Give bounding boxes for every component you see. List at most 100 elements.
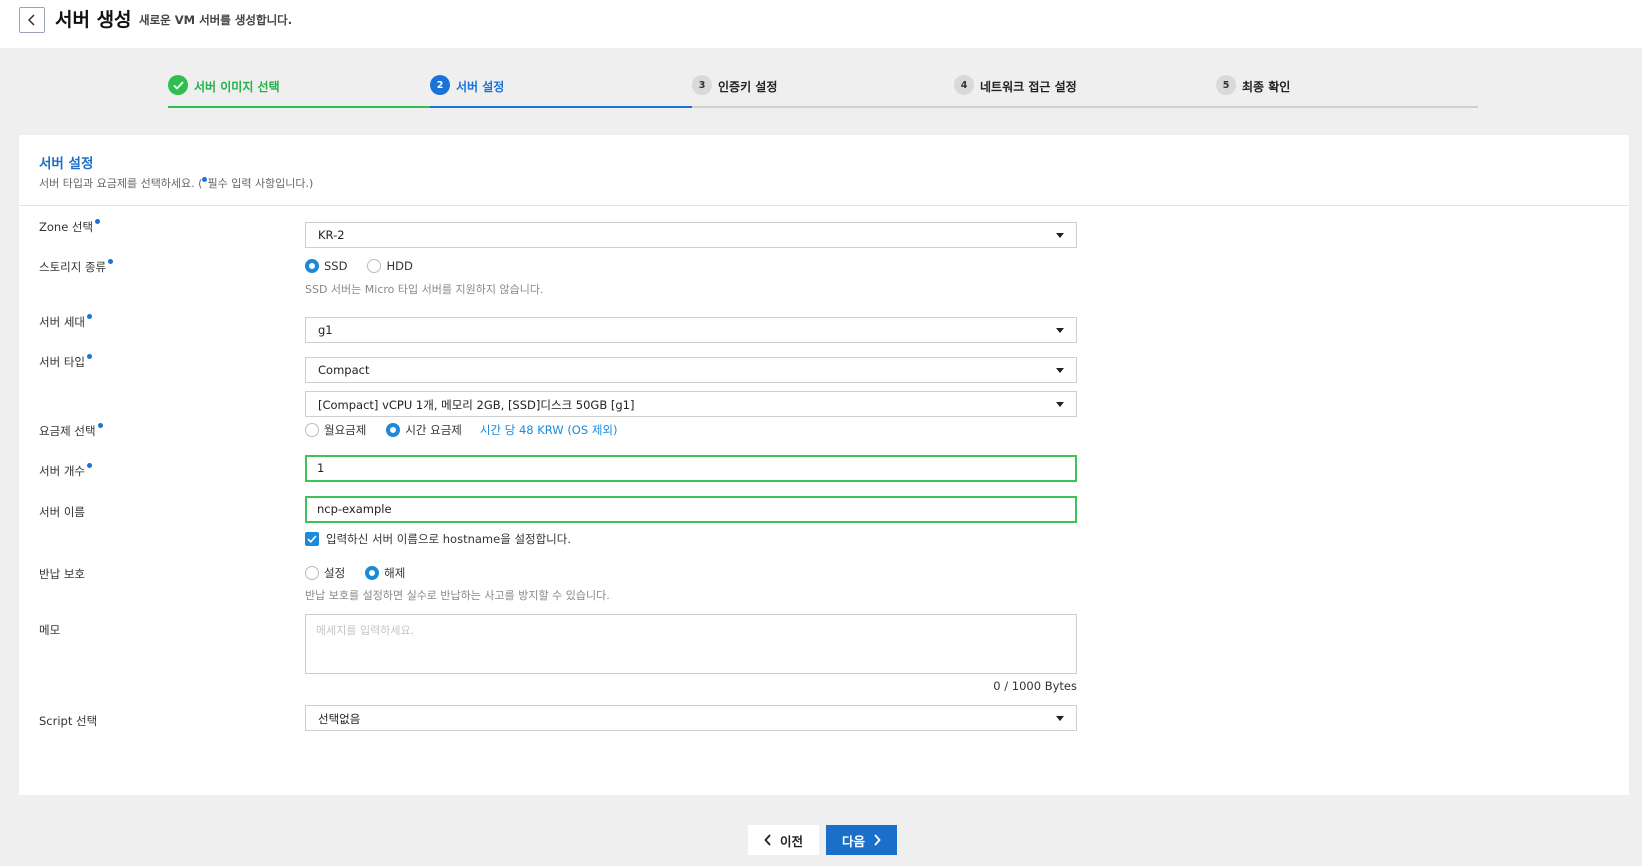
checkbox-checked-icon[interactable] <box>305 532 319 546</box>
step-network-access[interactable]: 4 네트워크 접근 설정 <box>954 74 1216 108</box>
radio-selected-icon <box>386 423 401 437</box>
storage-label: 스토리지 종류 <box>39 259 114 275</box>
server-type-select[interactable]: Compact <box>305 357 1077 383</box>
chevron-right-icon <box>874 834 881 846</box>
step-server-image[interactable]: 서버 이미지 선택 <box>168 74 430 108</box>
check-icon <box>168 75 188 95</box>
caret-down-icon <box>1056 368 1064 373</box>
radio-selected-icon <box>305 259 319 273</box>
return-protection-label-text: 반납 보호 <box>39 567 85 581</box>
generation-select[interactable]: g1 <box>305 317 1077 343</box>
return-protection-radio-group: 설정 해제 <box>305 565 425 581</box>
server-spec-select-value: [Compact] vCPU 1개, 메모리 2GB, [SSD]디스크 50G… <box>318 398 635 412</box>
memo-byte-counter: 0 / 1000 Bytes <box>993 679 1077 693</box>
server-settings-card: 서버 설정 서버 타입과 요금제를 선택하세요. (필수 입력 사항입니다.) … <box>19 135 1629 795</box>
step-label: 최종 확인 <box>1242 80 1291 94</box>
page-subtitle: 새로운 VM 서버를 생성합니다. <box>139 13 293 27</box>
script-label: Script 선택 <box>39 713 97 729</box>
step-number: 4 <box>954 75 974 95</box>
required-dot-icon <box>86 463 92 468</box>
server-type-select-value: Compact <box>318 363 370 377</box>
divider <box>19 205 1629 206</box>
back-button[interactable] <box>19 7 45 33</box>
memo-textarea[interactable]: 메세지를 입력하세요. <box>305 614 1077 674</box>
footer-buttons: 이전 다음 <box>748 825 897 855</box>
card-description: 서버 타입과 요금제를 선택하세요. ( 필수 입력 사항입니다.) <box>39 175 313 191</box>
return-protection-radio-off[interactable]: 해제 <box>365 565 405 581</box>
zone-select[interactable]: KR-2 <box>305 222 1077 248</box>
hostname-checkbox-label: 입력하신 서버 이름으로 hostname을 설정합니다. <box>326 532 571 546</box>
script-label-text: Script 선택 <box>39 714 98 728</box>
pricing-radio-monthly[interactable]: 월요금제 <box>305 422 366 438</box>
prev-button-label: 이전 <box>779 833 803 849</box>
step-number: 5 <box>1216 75 1236 95</box>
card-desc-suffix: 필수 입력 사항입니다.) <box>207 177 314 190</box>
caret-down-icon <box>1056 716 1064 721</box>
pricing-radio-hourly[interactable]: 시간 요금제 <box>386 422 462 438</box>
storage-radio-hdd[interactable]: HDD <box>367 259 413 273</box>
step-final-review[interactable]: 5 최종 확인 <box>1216 74 1478 108</box>
radio-label: 월요금제 <box>324 423 367 437</box>
radio-empty-icon <box>305 423 319 437</box>
required-dot-icon <box>86 314 92 319</box>
required-dot-icon <box>95 219 101 224</box>
card-title: 서버 설정 <box>39 156 94 172</box>
hostname-checkbox-row[interactable]: 입력하신 서버 이름으로 hostname을 설정합니다. <box>305 531 571 547</box>
radio-label: SSD <box>324 259 348 273</box>
count-label-text: 서버 개수 <box>39 464 85 478</box>
server-spec-select[interactable]: [Compact] vCPU 1개, 메모리 2GB, [SSD]디스크 50G… <box>305 391 1077 417</box>
pricing-label-text: 요금제 선택 <box>39 424 96 438</box>
caret-down-icon <box>1056 402 1064 407</box>
storage-radio-ssd[interactable]: SSD <box>305 259 347 273</box>
server-type-label: 서버 타입 <box>39 354 92 370</box>
name-label-text: 서버 이름 <box>39 505 85 519</box>
memo-label-text: 메모 <box>39 623 61 637</box>
step-label: 서버 이미지 선택 <box>194 80 280 94</box>
generation-label-text: 서버 세대 <box>39 315 85 329</box>
memo-label: 메모 <box>39 622 60 638</box>
chevron-left-icon <box>27 14 35 26</box>
radio-label: 해제 <box>384 566 406 580</box>
pricing-label: 요금제 선택 <box>39 423 103 439</box>
page-title: 서버 생성 <box>55 9 132 31</box>
radio-label: 설정 <box>324 566 346 580</box>
radio-label: 시간 요금제 <box>405 423 462 437</box>
script-select-value: 선택없음 <box>318 712 361 726</box>
step-label: 인증키 설정 <box>718 80 778 94</box>
next-button[interactable]: 다음 <box>826 825 897 855</box>
zone-label-text: Zone 선택 <box>39 220 94 234</box>
caret-down-icon <box>1056 233 1064 238</box>
storage-radio-group: SSD HDD <box>305 259 433 273</box>
zone-label: Zone 선택 <box>39 219 101 235</box>
storage-hint: SSD 서버는 Micro 타입 서버를 지원하지 않습니다. <box>305 283 544 296</box>
step-label: 서버 설정 <box>456 80 505 94</box>
return-protection-radio-on[interactable]: 설정 <box>305 565 345 581</box>
radio-label: HDD <box>386 259 413 273</box>
server-name-input[interactable]: ncp-example <box>305 496 1077 523</box>
chevron-left-icon <box>764 834 771 846</box>
step-label: 네트워크 접근 설정 <box>980 80 1077 94</box>
prev-button[interactable]: 이전 <box>748 825 819 855</box>
pricing-radio-group: 월요금제 시간 요금제 시간 당 48 KRW (OS 제외) <box>305 422 617 438</box>
card-desc-prefix: 서버 타입과 요금제를 선택하세요. ( <box>39 177 203 190</box>
required-dot-icon <box>108 259 114 264</box>
step-number: 3 <box>692 75 712 95</box>
step-server-settings[interactable]: 2 서버 설정 <box>430 74 692 108</box>
storage-label-text: 스토리지 종류 <box>39 260 107 274</box>
required-dot-icon <box>97 423 103 428</box>
step-number: 2 <box>430 75 450 95</box>
generation-label: 서버 세대 <box>39 314 92 330</box>
next-button-label: 다음 <box>841 833 865 849</box>
script-select[interactable]: 선택없음 <box>305 705 1077 731</box>
name-label: 서버 이름 <box>39 504 85 520</box>
top-bar: 서버 생성 새로운 VM 서버를 생성합니다. <box>0 0 1642 48</box>
generation-select-value: g1 <box>318 323 333 337</box>
radio-selected-icon <box>365 566 380 580</box>
radio-empty-icon <box>367 259 382 273</box>
caret-down-icon <box>1056 328 1064 333</box>
return-protection-hint: 반납 보호를 설정하면 실수로 반납하는 사고를 방지할 수 있습니다. <box>305 589 610 602</box>
step-auth-key[interactable]: 3 인증키 설정 <box>692 74 954 108</box>
server-count-input[interactable]: 1 <box>305 455 1077 482</box>
count-label: 서버 개수 <box>39 463 92 479</box>
price-note: 시간 당 48 KRW (OS 제외) <box>479 423 618 437</box>
